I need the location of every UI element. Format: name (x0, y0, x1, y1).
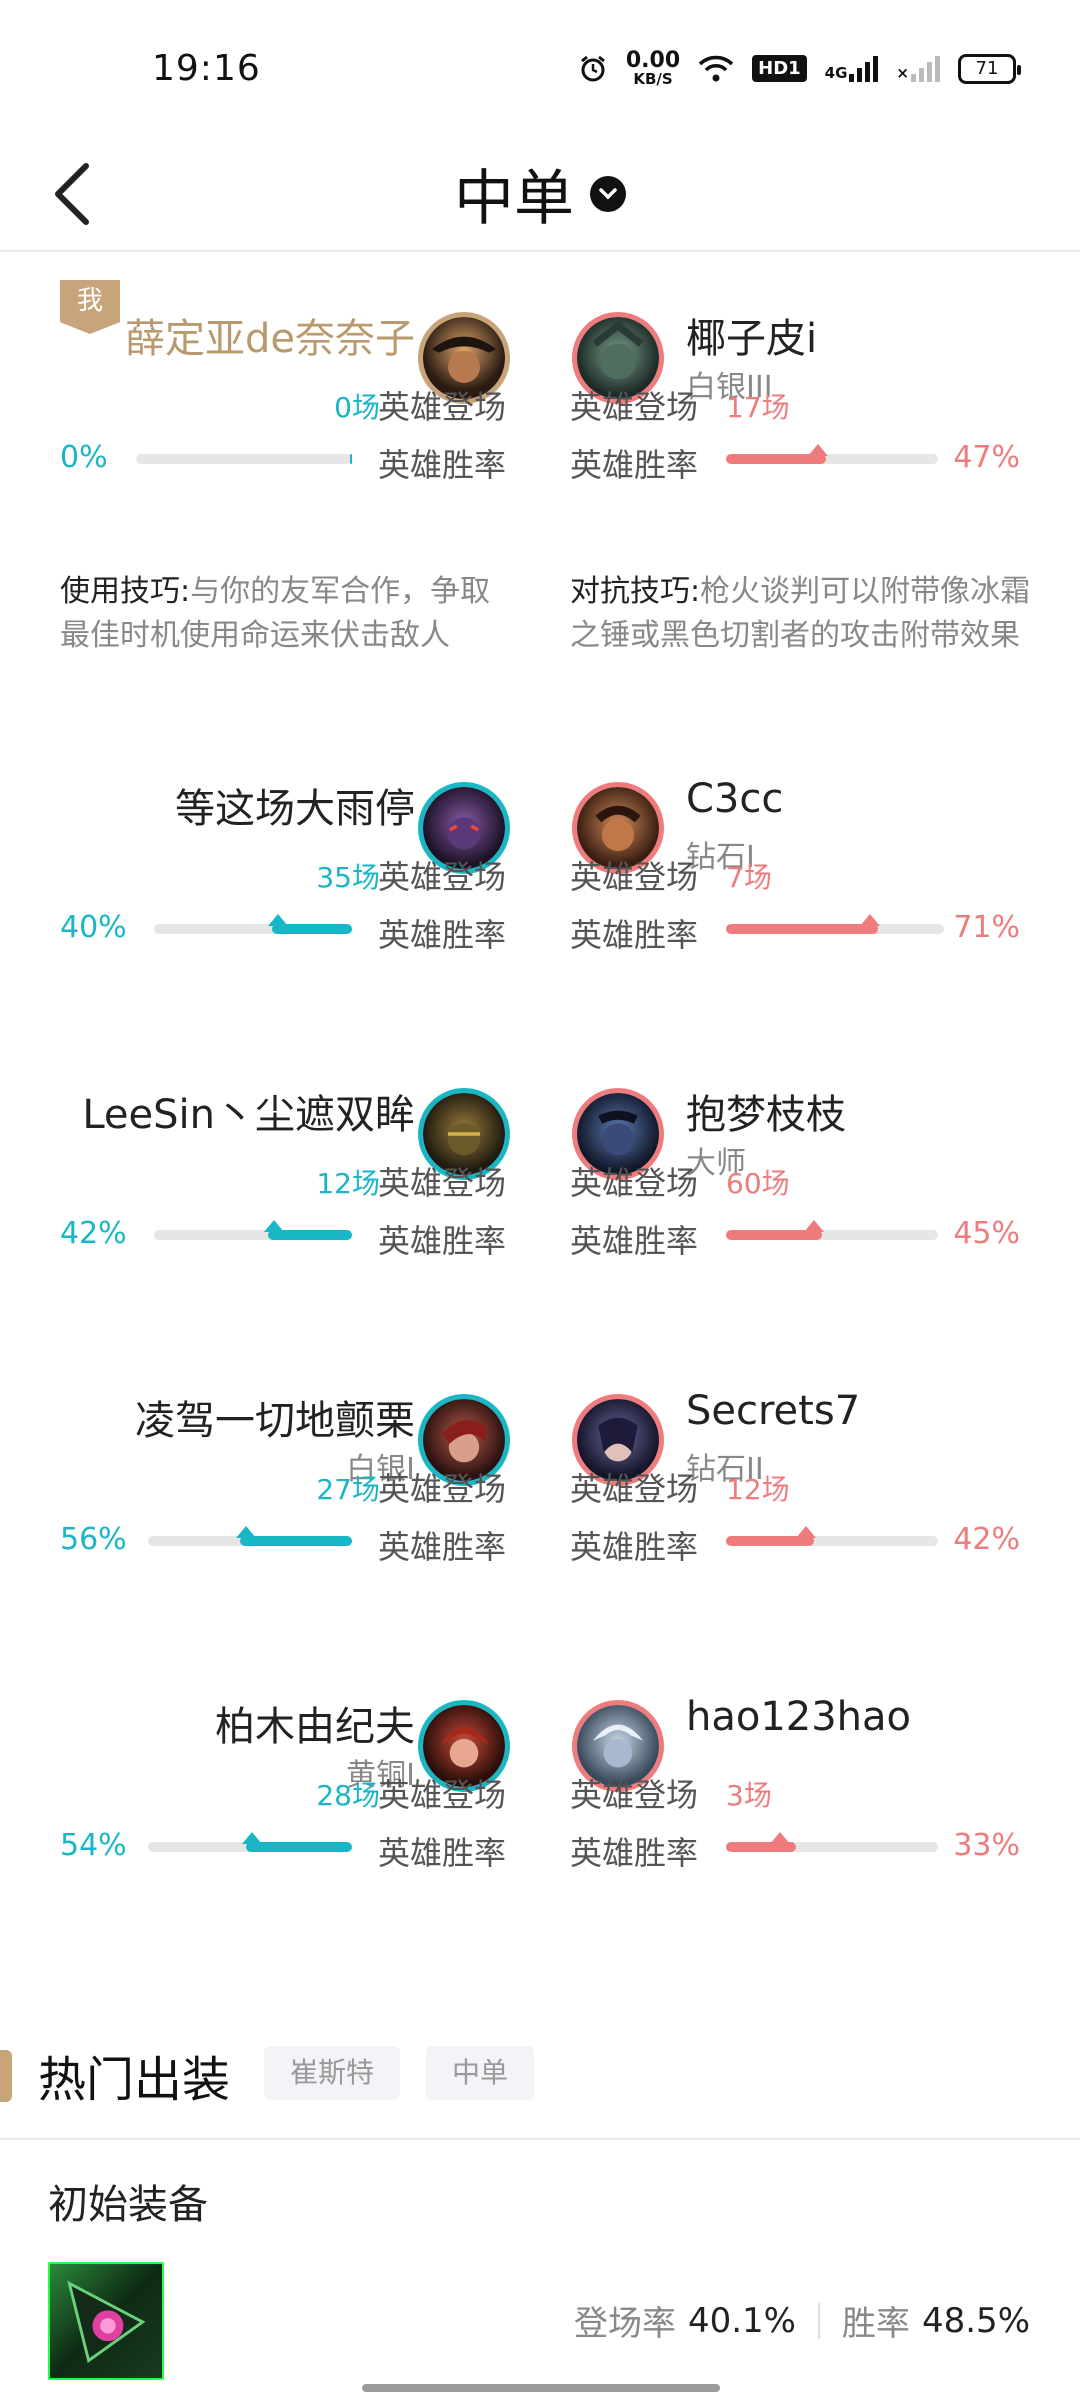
chevron-down-icon[interactable] (590, 175, 626, 212)
win-rate: 71% (953, 910, 1020, 945)
win-rate-bar (136, 454, 352, 464)
appear-label: 英雄登场 (378, 858, 507, 896)
alarm-icon (580, 55, 605, 81)
page-header: 中单 (0, 140, 1080, 252)
winrate-label: 英雄胜率 (570, 916, 699, 954)
matchup-row: 等这场大雨停 35场 英雄登场 40% 英雄胜率 C3cc 钻石I 英雄登场 7… (0, 732, 1080, 1038)
winrate-label: 英雄胜率 (378, 446, 507, 484)
win-rate-bar (726, 1220, 938, 1240)
win-rate-value: 48.5% (921, 2300, 1030, 2341)
winrate-label: 英雄胜率 (378, 916, 507, 954)
games-count: 7场 (726, 861, 772, 894)
win-rate-bar (148, 1526, 352, 1546)
champion-chip[interactable]: 崔斯特 (264, 2046, 401, 2100)
win-rate: 40% (60, 910, 127, 945)
win-rate-bar (148, 1832, 352, 1852)
games-count: 3场 (726, 1779, 772, 1812)
win-rate-bar (154, 1220, 352, 1240)
games-count: 28场 (316, 1779, 380, 1812)
appear-label: 英雄登场 (378, 1164, 507, 1202)
appear-label: 英雄登场 (570, 1776, 699, 1814)
win-rate-bar (726, 1526, 938, 1546)
games-count: 35场 (316, 861, 380, 894)
divider (0, 2138, 1080, 2140)
appear-label: 英雄登场 (570, 1164, 699, 1202)
winrate-label: 英雄胜率 (378, 1834, 507, 1872)
matchup-list: 我 薛定亚de奈奈子 0场 英雄登场 0% 英雄胜率 使用技巧:与你的友军合作，… (0, 262, 1080, 1956)
winrate-label: 英雄胜率 (570, 1528, 699, 1566)
status-icons: 0.00 KB/S HD1 4G × 71 (578, 48, 1021, 88)
win-rate: 45% (953, 1216, 1020, 1251)
matchup-row: LeeSin丶尘遮双眸 12场 英雄登场 42% 英雄胜率 抱梦枝枝 大师 英雄… (0, 1038, 1080, 1344)
win-rate-bar (726, 914, 944, 934)
win-rate: 56% (60, 1522, 127, 1557)
win-rate: 0% (60, 440, 108, 475)
hot-builds-header: 热门出装 崔斯特 中单 (0, 2040, 1080, 2140)
win-rate-bar (726, 1832, 938, 1852)
win-rate: 54% (60, 1828, 127, 1863)
player-name: 凌驾一切地颤栗 (135, 1398, 415, 1444)
player-name: 椰子皮i (686, 316, 818, 362)
page-title: 中单 (454, 164, 574, 234)
signal-4g-icon: 4G (825, 55, 879, 82)
appear-label: 英雄登场 (378, 1776, 507, 1814)
winrate-label: 英雄胜率 (570, 1834, 699, 1872)
win-rate-bar (154, 914, 352, 934)
counter-tip: 对抗技巧:枪火谈判可以附带像冰霜之锤或黑色切割者的攻击附带效果 (570, 574, 1031, 653)
home-indicator[interactable] (362, 2384, 720, 2392)
player-name: 柏木由纪夫 (215, 1704, 415, 1750)
appear-rate-value: 40.1% (687, 2300, 796, 2341)
player-name: LeeSin丶尘遮双眸 (82, 1092, 415, 1138)
matchup-row: 我 薛定亚de奈奈子 0场 英雄登场 0% 英雄胜率 使用技巧:与你的友军合作，… (0, 262, 1080, 732)
signal-empty-icon: × (896, 55, 940, 82)
appear-label: 英雄登场 (570, 388, 699, 426)
dark-seal-item-icon[interactable] (48, 2262, 164, 2380)
status-time: 19:16 (152, 48, 261, 89)
win-rate-bar (726, 444, 938, 464)
player-name: C3cc (686, 776, 784, 822)
appear-label: 英雄登场 (378, 1470, 507, 1508)
position-chip[interactable]: 中单 (426, 2046, 535, 2100)
section-accent (0, 2050, 12, 2102)
appear-label: 英雄登场 (570, 858, 699, 896)
appear-label: 英雄登场 (378, 388, 507, 426)
winrate-label: 英雄胜率 (378, 1528, 507, 1566)
win-rate: 42% (953, 1522, 1020, 1557)
winrate-label: 英雄胜率 (378, 1222, 507, 1260)
net-speed: 0.00 KB/S (625, 48, 681, 88)
winrate-label: 英雄胜率 (570, 446, 699, 484)
games-count: 27场 (316, 1473, 380, 1506)
matchup-row: 凌驾一切地颤栗 白银I 27场 英雄登场 56% 英雄胜率 Secrets7 钻… (0, 1344, 1080, 1650)
player-name: Secrets7 (686, 1388, 861, 1434)
matchup-row: 柏木由纪夫 黄铜I 28场 英雄登场 54% 英雄胜率 hao123hao 英雄… (0, 1650, 1080, 1956)
appear-rate-label: 登场率 (573, 2304, 676, 2344)
appear-label: 英雄登场 (570, 1470, 699, 1508)
hd-badge: HD1 (752, 55, 807, 82)
games-count: 60场 (726, 1167, 790, 1200)
games-count: 0场 (334, 391, 380, 424)
section-title: 热门出装 (38, 2052, 231, 2108)
games-count: 17场 (726, 391, 790, 424)
battery-icon: 71 (958, 53, 1021, 84)
games-count: 12场 (726, 1473, 790, 1506)
status-bar: 19:16 0.00 KB/S HD1 4G × 71 (0, 0, 1080, 140)
player-name: 抱梦枝枝 (686, 1092, 846, 1138)
games-count: 12场 (316, 1167, 380, 1200)
winrate-label: 英雄胜率 (570, 1222, 699, 1260)
stats-separator (817, 2302, 820, 2339)
win-rate: 33% (953, 1828, 1020, 1863)
win-rate-label: 胜率 (841, 2304, 910, 2344)
player-name: 等这场大雨停 (175, 786, 415, 832)
usage-tip: 使用技巧:与你的友军合作，争取最佳时机使用命运来伏击敌人 (60, 574, 491, 653)
item-stats: 登场率 40.1% 胜率 48.5% (574, 2296, 1030, 2345)
title-dropdown[interactable]: 中单 (0, 150, 1080, 237)
wifi-icon (698, 55, 734, 81)
starting-items-title: 初始装备 (48, 2182, 208, 2228)
player-name: 薛定亚de奈奈子 (125, 316, 415, 362)
win-rate: 42% (60, 1216, 127, 1251)
win-rate: 47% (953, 440, 1020, 475)
player-name: hao123hao (686, 1694, 912, 1740)
me-badge: 我 (60, 280, 120, 334)
